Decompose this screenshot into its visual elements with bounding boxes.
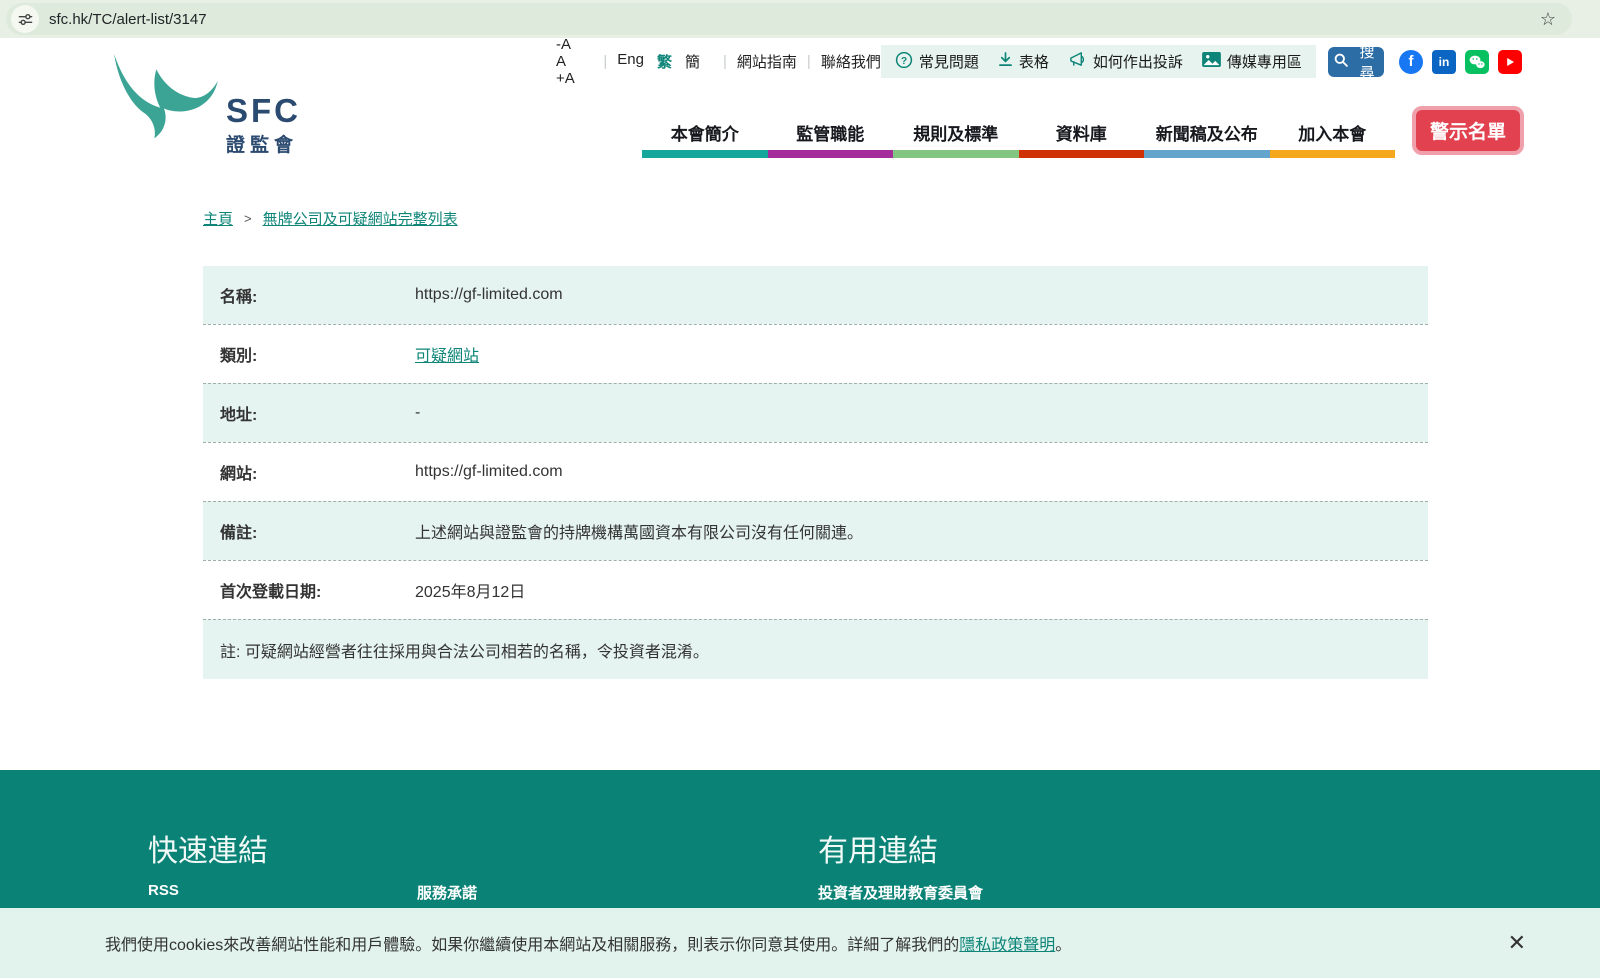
nav-item-5[interactable]: 新聞稿及公布: [1144, 110, 1270, 158]
detail-row-label: 首次登載日期:: [203, 578, 415, 602]
category-link[interactable]: 可疑網站: [415, 348, 479, 365]
page: sfc.hk/TC/alert-list/3147 ☆ SFC 證監會 -A A…: [0, 0, 1600, 978]
quick-icon-zone: ? 常見問題 表格: [881, 45, 1316, 78]
browser-bar: sfc.hk/TC/alert-list/3147 ☆: [0, 0, 1600, 38]
media-link[interactable]: 傳媒專用區: [1202, 51, 1302, 72]
detail-row-value: https://gf-limited.com: [415, 286, 1428, 304]
site-header: SFC 證監會 -A A +A | Eng 繁簡 | 網站指南 | 聯絡我們: [0, 38, 1600, 180]
faq-label: 常見問題: [919, 51, 979, 72]
detail-row-label: 地址:: [203, 401, 415, 425]
nav-item-2[interactable]: 監管職能: [768, 110, 894, 158]
divider: |: [807, 53, 811, 70]
breadcrumb-home-link[interactable]: 主頁: [203, 208, 233, 229]
font-normal-button[interactable]: A: [556, 53, 566, 70]
linkedin-icon[interactable]: in: [1432, 50, 1456, 74]
social-links: f in: [1399, 50, 1522, 74]
detail-row-6: 首次登載日期:2025年8月12日: [203, 560, 1428, 619]
privacy-policy-link[interactable]: 隱私政策聲明: [959, 937, 1055, 954]
detail-row-label: 備註:: [203, 519, 415, 543]
detail-note-text: 註: 可疑網站經營者往往採用與合法公司相若的名稱，令投資者混淆。: [220, 638, 709, 662]
eagle-logo-icon: [106, 50, 222, 157]
forms-link[interactable]: 表格: [998, 51, 1049, 72]
font-smaller-button[interactable]: -A: [556, 36, 571, 53]
detail-table: 名稱:https://gf-limited.com類別:可疑網站地址:-網站:h…: [203, 266, 1428, 679]
footer-link-rss[interactable]: RSS: [148, 882, 179, 899]
close-icon[interactable]: ✕: [1508, 932, 1526, 954]
site-guide-link[interactable]: 網站指南: [737, 51, 797, 72]
language-繁[interactable]: 繁: [657, 51, 672, 72]
detail-row-3: 地址:-: [203, 383, 1428, 442]
divider: |: [723, 53, 727, 70]
cookie-message: 我們使用cookies來改善網站性能和用戶體驗。如果你繼續使用本網站及相關服務，…: [105, 931, 1071, 955]
megaphone-icon: [1068, 51, 1087, 72]
breadcrumb: 主頁 > 無牌公司及可疑網站完整列表: [203, 208, 458, 229]
wechat-icon[interactable]: [1465, 50, 1489, 74]
detail-row-value: 2025年8月12日: [415, 578, 1428, 602]
cookie-suffix: 。: [1055, 937, 1071, 954]
media-label: 傳媒專用區: [1227, 51, 1302, 72]
question-circle-icon: ?: [895, 51, 913, 73]
search-icon: [1334, 53, 1348, 71]
footer-link-ifec[interactable]: 投資者及理財教育委員會: [818, 882, 983, 903]
language-Eng[interactable]: Eng: [617, 51, 644, 72]
address-bar[interactable]: sfc.hk/TC/alert-list/3147 ☆: [6, 3, 1572, 35]
complaint-label: 如何作出投訴: [1093, 51, 1183, 72]
language-簡[interactable]: 簡: [685, 51, 700, 72]
detail-row-4: 網站:https://gf-limited.com: [203, 442, 1428, 501]
language-switch: Eng 繁簡: [617, 51, 713, 72]
font-larger-button[interactable]: +A: [556, 70, 575, 87]
detail-row-value: 上述網站與證監會的持牌機構萬國資本有限公司沒有任何關連。: [415, 519, 1428, 543]
search-label: 搜尋: [1356, 41, 1378, 83]
download-icon: [998, 52, 1013, 71]
facebook-icon[interactable]: f: [1399, 50, 1423, 74]
search-button[interactable]: 搜尋: [1328, 47, 1384, 77]
cookie-text: 我們使用cookies來改善網站性能和用戶體驗。如果你繼續使用本網站及相關服務，…: [105, 937, 959, 954]
faq-link[interactable]: ? 常見問題: [895, 51, 979, 73]
nav-item-6[interactable]: 加入本會: [1270, 110, 1396, 158]
detail-row-5: 備註:上述網站與證監會的持牌機構萬國資本有限公司沒有任何關連。: [203, 501, 1428, 560]
detail-row-label: 名稱:: [203, 283, 415, 307]
detail-row-label: 類別:: [203, 342, 415, 366]
logo-chinese: 證監會: [226, 130, 301, 157]
svg-text:?: ?: [901, 55, 907, 66]
sfc-logo[interactable]: SFC 證監會: [106, 50, 301, 157]
detail-row-label: 網站:: [203, 460, 415, 484]
quick-links-title: 快速連結: [148, 826, 268, 870]
picture-icon: [1202, 52, 1221, 71]
alert-list-button[interactable]: 警示名單: [1412, 106, 1524, 155]
contact-us-link[interactable]: 聯絡我們: [821, 51, 881, 72]
font-size-controls: -A A +A: [556, 36, 593, 87]
detail-row-2: 類別:可疑網站: [203, 324, 1428, 383]
complaint-link[interactable]: 如何作出投訴: [1068, 51, 1183, 72]
site-settings-icon[interactable]: [11, 5, 39, 33]
cookie-banner: 我們使用cookies來改善網站性能和用戶體驗。如果你繼續使用本網站及相關服務，…: [0, 908, 1600, 978]
detail-row-1: 名稱:https://gf-limited.com: [203, 266, 1428, 324]
utility-bar: -A A +A | Eng繁簡 | 網站指南 | 聯絡我們 ? 常見問題: [556, 45, 1522, 78]
logo-text: SFC 證監會: [226, 94, 301, 157]
footer-link-service-pledge[interactable]: 服務承諾: [417, 882, 477, 903]
detail-row-value: 可疑網站: [415, 342, 1428, 366]
breadcrumb-current-link[interactable]: 無牌公司及可疑網站完整列表: [263, 208, 458, 229]
nav-item-4[interactable]: 資料庫: [1019, 110, 1145, 158]
nav-item-1[interactable]: 本會簡介: [642, 110, 768, 158]
logo-acronym: SFC: [226, 94, 301, 127]
forms-label: 表格: [1019, 51, 1049, 72]
bookmark-star-icon[interactable]: ☆: [1540, 9, 1556, 30]
nav-item-3[interactable]: 規則及標準: [893, 110, 1019, 158]
url-text: sfc.hk/TC/alert-list/3147: [49, 11, 207, 28]
detail-row-value: https://gf-limited.com: [415, 463, 1428, 481]
divider: |: [603, 53, 607, 70]
main-nav: 本會簡介監管職能規則及標準資料庫新聞稿及公布加入本會: [642, 110, 1395, 158]
useful-links-title: 有用連結: [818, 826, 938, 870]
detail-row-value: -: [415, 404, 1428, 422]
detail-note-row: 註: 可疑網站經營者往往採用與合法公司相若的名稱，令投資者混淆。: [203, 619, 1428, 679]
youtube-icon[interactable]: [1498, 50, 1522, 74]
breadcrumb-separator: >: [244, 211, 252, 226]
